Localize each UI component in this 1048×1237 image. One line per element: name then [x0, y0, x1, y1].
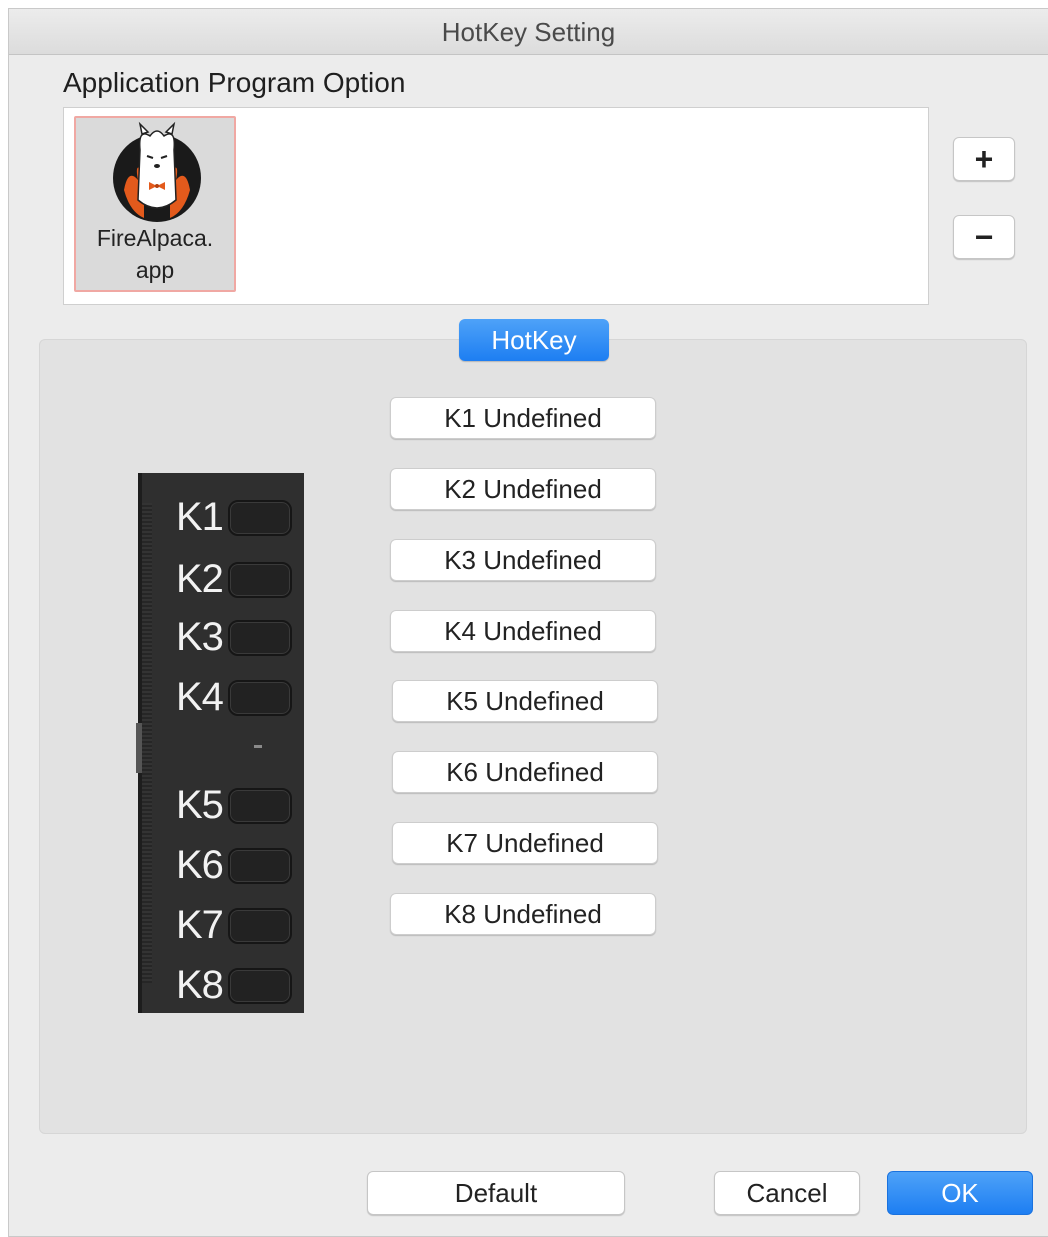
- app-item-label: FireAlpaca. app: [76, 222, 234, 286]
- section-title: Application Program Option: [63, 67, 406, 98]
- device-key-k3: K3: [142, 615, 308, 659]
- application-list[interactable]: FireAlpaca. app: [63, 107, 929, 305]
- device-key-label: K1: [176, 495, 224, 539]
- device-key-label: K8: [176, 963, 224, 1007]
- device-key-button: [228, 848, 292, 884]
- hotkey-k2-button[interactable]: K2 Undefined: [390, 468, 656, 510]
- device-key-button: [228, 680, 292, 716]
- cancel-button[interactable]: Cancel: [714, 1171, 860, 1215]
- hotkey-k3-button[interactable]: K3 Undefined: [390, 539, 656, 581]
- device-key-k7: K7: [142, 903, 308, 947]
- add-app-button[interactable]: +: [953, 137, 1015, 181]
- device-key-label: K5: [176, 783, 224, 827]
- device-key-label: K3: [176, 615, 224, 659]
- ok-button[interactable]: OK: [887, 1171, 1033, 1215]
- tablet-key-illustration: K1 K2 K3 K4 K5 K6 K7 K8: [136, 473, 304, 1013]
- hotkey-k8-button[interactable]: K8 Undefined: [390, 893, 656, 935]
- device-key-k2: K2: [142, 557, 308, 601]
- device-key-button: [228, 968, 292, 1004]
- window-title: HotKey Setting: [9, 9, 1048, 55]
- alpaca-logo-icon: [113, 121, 201, 222]
- hotkey-setting-window: HotKey Setting Application Program Optio…: [8, 8, 1048, 1237]
- hotkey-k7-button[interactable]: K7 Undefined: [392, 822, 658, 864]
- default-button[interactable]: Default: [367, 1171, 625, 1215]
- hotkey-k4-button[interactable]: K4 Undefined: [390, 610, 656, 652]
- device-key-divider: [254, 745, 262, 748]
- device-key-button: [228, 500, 292, 536]
- hotkey-k5-button[interactable]: K5 Undefined: [392, 680, 658, 722]
- device-side-notch: [136, 723, 142, 773]
- device-key-label: K4: [176, 675, 224, 719]
- device-key-label: K7: [176, 903, 224, 947]
- app-item-firealpaca[interactable]: FireAlpaca. app: [74, 116, 236, 292]
- device-key-button: [228, 908, 292, 944]
- device-key-label: K2: [176, 557, 224, 601]
- device-key-button: [228, 562, 292, 598]
- device-key-k1: K1: [142, 495, 308, 539]
- device-key-label: K6: [176, 843, 224, 887]
- device-key-button: [228, 620, 292, 656]
- device-key-k6: K6: [142, 843, 308, 887]
- hotkey-k6-button[interactable]: K6 Undefined: [392, 751, 658, 793]
- remove-app-button[interactable]: −: [953, 215, 1015, 259]
- device-key-k8: K8: [142, 963, 308, 1007]
- device-key-k4: K4: [142, 675, 308, 719]
- hotkey-k1-button[interactable]: K1 Undefined: [390, 397, 656, 439]
- device-key-k5: K5: [142, 783, 308, 827]
- device-key-button: [228, 788, 292, 824]
- tab-hotkey[interactable]: HotKey: [459, 319, 609, 361]
- app-item-label-text: FireAlpaca. app: [96, 225, 214, 283]
